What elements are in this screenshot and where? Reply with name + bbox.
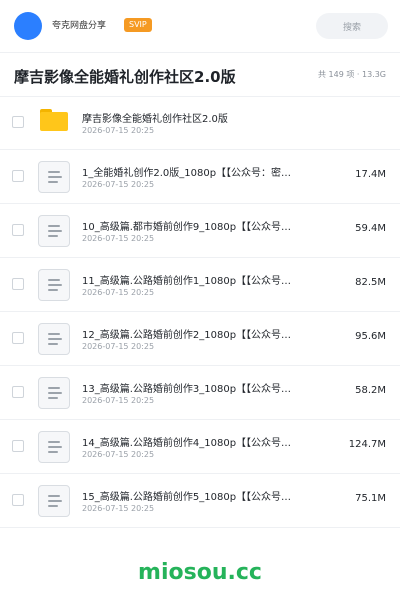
avatar[interactable] bbox=[14, 12, 42, 40]
list-item[interactable]: 15_高级篇.公路婚前创作5_1080p【【公众号… 2026-07-15 20… bbox=[0, 474, 400, 528]
document-icon bbox=[38, 269, 70, 301]
folder-icon bbox=[40, 109, 68, 131]
file-list: 摩吉影像全能婚礼创作社区2.0版 2026-07-15 20:25 1_全能婚礼… bbox=[0, 96, 400, 528]
item-name: 1_全能婚礼创作2.0版_1080p【【公众号：密… bbox=[82, 168, 292, 179]
title-bar: 摩吉影像全能婚礼创作社区2.0版 共 149 项 · 13.3G bbox=[0, 52, 400, 97]
document-icon bbox=[38, 485, 70, 517]
select-checkbox[interactable] bbox=[12, 494, 24, 506]
item-name: 12_高级篇.公路婚前创作2_1080p【【公众号… bbox=[82, 330, 292, 341]
item-size: 75.1M bbox=[355, 493, 386, 504]
page-title: 摩吉影像全能婚礼创作社区2.0版 bbox=[14, 68, 236, 86]
item-date: 2026-07-15 20:25 bbox=[82, 504, 155, 513]
list-item[interactable]: 11_高级篇.公路婚前创作1_1080p【【公众号… 2026-07-15 20… bbox=[0, 258, 400, 312]
list-item[interactable]: 1_全能婚礼创作2.0版_1080p【【公众号：密… 2026-07-15 20… bbox=[0, 150, 400, 204]
item-size: 59.4M bbox=[355, 223, 386, 234]
item-date: 2026-07-15 20:25 bbox=[82, 396, 155, 405]
item-size: 124.7M bbox=[348, 439, 386, 450]
watermark: miosou.cc bbox=[138, 560, 262, 585]
list-item[interactable]: 摩吉影像全能婚礼创作社区2.0版 2026-07-15 20:25 bbox=[0, 96, 400, 150]
item-name: 11_高级篇.公路婚前创作1_1080p【【公众号… bbox=[82, 276, 292, 287]
item-date: 2026-07-15 20:25 bbox=[82, 180, 155, 189]
item-date: 2026-07-15 20:25 bbox=[82, 234, 155, 243]
document-icon bbox=[38, 215, 70, 247]
item-name: 摩吉影像全能婚礼创作社区2.0版 bbox=[82, 114, 228, 125]
list-item[interactable]: 13_高级篇.公路婚前创作3_1080p【【公众号… 2026-07-15 20… bbox=[0, 366, 400, 420]
search-input[interactable]: 搜索 bbox=[316, 13, 388, 39]
list-item[interactable]: 10_高级篇.都市婚前创作9_1080p【【公众号… 2026-07-15 20… bbox=[0, 204, 400, 258]
item-date: 2026-07-15 20:25 bbox=[82, 450, 155, 459]
list-item[interactable]: 12_高级篇.公路婚前创作2_1080p【【公众号… 2026-07-15 20… bbox=[0, 312, 400, 366]
select-checkbox[interactable] bbox=[12, 440, 24, 452]
select-checkbox[interactable] bbox=[12, 278, 24, 290]
item-size: 82.5M bbox=[355, 277, 386, 288]
select-checkbox[interactable] bbox=[12, 224, 24, 236]
item-name: 15_高级篇.公路婚前创作5_1080p【【公众号… bbox=[82, 492, 292, 503]
item-name: 13_高级篇.公路婚前创作3_1080p【【公众号… bbox=[82, 384, 292, 395]
item-size: 58.2M bbox=[355, 385, 386, 396]
document-icon bbox=[38, 323, 70, 355]
select-checkbox[interactable] bbox=[12, 332, 24, 344]
item-size: 95.6M bbox=[355, 331, 386, 342]
item-name: 14_高级篇.公路婚前创作4_1080p【【公众号… bbox=[82, 438, 292, 449]
item-date: 2026-07-15 20:25 bbox=[82, 288, 155, 297]
document-icon bbox=[38, 377, 70, 409]
document-icon bbox=[38, 431, 70, 463]
item-date: 2026-07-15 20:25 bbox=[82, 342, 155, 351]
select-checkbox[interactable] bbox=[12, 116, 24, 128]
list-item[interactable]: 14_高级篇.公路婚前创作4_1080p【【公众号… 2026-07-15 20… bbox=[0, 420, 400, 474]
item-summary: 共 149 项 · 13.3G bbox=[318, 70, 386, 79]
svip-badge: SVIP bbox=[124, 18, 152, 32]
share-header: 夸克网盘分享 SVIP 搜索 bbox=[0, 0, 400, 53]
item-size: 17.4M bbox=[355, 169, 386, 180]
item-date: 2026-07-15 20:25 bbox=[82, 126, 155, 135]
select-checkbox[interactable] bbox=[12, 170, 24, 182]
share-owner-name: 夸克网盘分享 bbox=[52, 21, 107, 31]
document-icon bbox=[38, 161, 70, 193]
item-name: 10_高级篇.都市婚前创作9_1080p【【公众号… bbox=[82, 222, 292, 233]
select-checkbox[interactable] bbox=[12, 386, 24, 398]
